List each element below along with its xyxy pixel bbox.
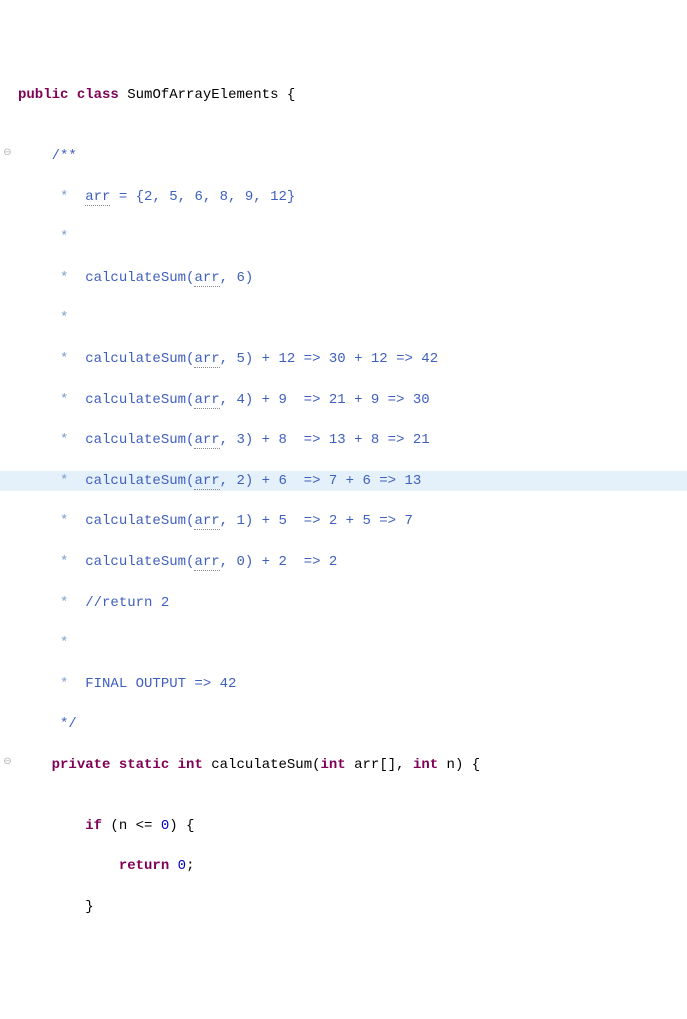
condition: (n <= [102, 818, 161, 834]
code-line-13: * calculateSum(arr, 0) + 2 => 2 [0, 552, 687, 572]
javadoc-text: calculateSum( [85, 513, 194, 529]
javadoc-text: , 4) + 9 => 21 + 9 => 30 [220, 392, 430, 408]
javadoc-ident: arr [194, 351, 219, 368]
javadoc-ident: arr [194, 432, 219, 449]
condition: ) { [169, 818, 194, 834]
javadoc-text: calculateSum( [85, 432, 194, 448]
code-line-17: */ [0, 714, 687, 734]
javadoc-asterisk: * [52, 595, 86, 611]
javadoc-asterisk: * [52, 676, 86, 692]
javadoc-asterisk: * [52, 432, 86, 448]
javadoc-text: , 2) + 6 => 7 + 6 => 13 [220, 473, 422, 489]
fold-icon[interactable]: ⊖ [2, 757, 13, 768]
code-line-20: if (n <= 0) { [0, 816, 687, 836]
javadoc-asterisk: * [52, 554, 86, 570]
code-line-22: } [0, 897, 687, 917]
javadoc-ident: arr [194, 270, 219, 287]
code-line-8: * calculateSum(arr, 5) + 12 => 30 + 12 =… [0, 349, 687, 369]
brace-close: } [85, 899, 93, 915]
keyword-int: int [413, 757, 438, 773]
javadoc-ident: arr [85, 189, 110, 206]
keyword-private: private [52, 757, 111, 773]
code-line-5: * [0, 227, 687, 247]
semicolon: ; [186, 858, 194, 874]
code-line-14: * //return 2 [0, 593, 687, 613]
code-line-6: * calculateSum(arr, 6) [0, 268, 687, 288]
code-line-4: * arr = {2, 5, 6, 8, 9, 12} [0, 187, 687, 207]
keyword-public: public [18, 87, 68, 103]
method-name: calculateSum( [211, 757, 320, 773]
javadoc-text: calculateSum( [85, 351, 194, 367]
javadoc-close: */ [52, 716, 77, 732]
fold-icon[interactable]: ⊖ [2, 148, 13, 159]
brace-open: { [287, 87, 295, 103]
javadoc-ident: arr [194, 554, 219, 571]
javadoc-text: calculateSum( [85, 554, 194, 570]
javadoc-asterisk: * [52, 229, 86, 245]
keyword-if: if [85, 818, 102, 834]
code-line-16: * FINAL OUTPUT => 42 [0, 674, 687, 694]
keyword-int: int [178, 757, 203, 773]
javadoc-text: calculateSum( [85, 473, 194, 489]
javadoc-text: FINAL OUTPUT => 42 [85, 676, 236, 692]
javadoc-asterisk: * [52, 351, 86, 367]
code-line-10: * calculateSum(arr, 3) + 8 => 13 + 8 => … [0, 430, 687, 450]
param: n) { [438, 757, 480, 773]
javadoc-text: , 6) [220, 270, 254, 286]
javadoc-text: //return 2 [85, 595, 169, 611]
space [169, 858, 177, 874]
javadoc-asterisk: * [52, 392, 86, 408]
keyword-static: static [119, 757, 169, 773]
javadoc-asterisk: * [52, 310, 86, 326]
number-literal: 0 [161, 818, 169, 834]
javadoc-text: , 3) + 8 => 13 + 8 => 21 [220, 432, 430, 448]
javadoc-asterisk: * [52, 189, 86, 205]
code-line-1: public class SumOfArrayElements { [0, 85, 687, 105]
javadoc-text: = {2, 5, 6, 8, 9, 12} [110, 189, 295, 205]
param: arr[], [346, 757, 413, 773]
code-line-7: * [0, 308, 687, 328]
javadoc-text: , 0) + 2 => 2 [220, 554, 338, 570]
javadoc-text: calculateSum( [85, 270, 194, 286]
code-line-9: * calculateSum(arr, 4) + 9 => 21 + 9 => … [0, 390, 687, 410]
keyword-int: int [321, 757, 346, 773]
javadoc-asterisk: * [52, 635, 86, 651]
javadoc-text: calculateSum( [85, 392, 194, 408]
keyword-return: return [119, 858, 169, 874]
code-line-15: * [0, 633, 687, 653]
javadoc-ident: arr [194, 392, 219, 409]
javadoc-asterisk: * [52, 270, 86, 286]
javadoc-ident: arr [194, 473, 219, 490]
number-literal: 0 [178, 858, 186, 874]
javadoc-open: /** [52, 148, 77, 164]
code-line-21: return 0; [0, 856, 687, 876]
code-line-12: * calculateSum(arr, 1) + 5 => 2 + 5 => 7 [0, 511, 687, 531]
code-line-18: ⊖ private static int calculateSum(int ar… [0, 755, 687, 775]
code-line-11-highlighted: * calculateSum(arr, 2) + 6 => 7 + 6 => 1… [0, 471, 687, 491]
javadoc-asterisk: * [52, 473, 86, 489]
code-line-3: ⊖ /** [0, 146, 687, 166]
javadoc-text: , 5) + 12 => 30 + 12 => 42 [220, 351, 438, 367]
javadoc-text: , 1) + 5 => 2 + 5 => 7 [220, 513, 413, 529]
keyword-class: class [77, 87, 119, 103]
javadoc-ident: arr [194, 513, 219, 530]
class-name: SumOfArrayElements [127, 87, 278, 103]
javadoc-asterisk: * [52, 513, 86, 529]
